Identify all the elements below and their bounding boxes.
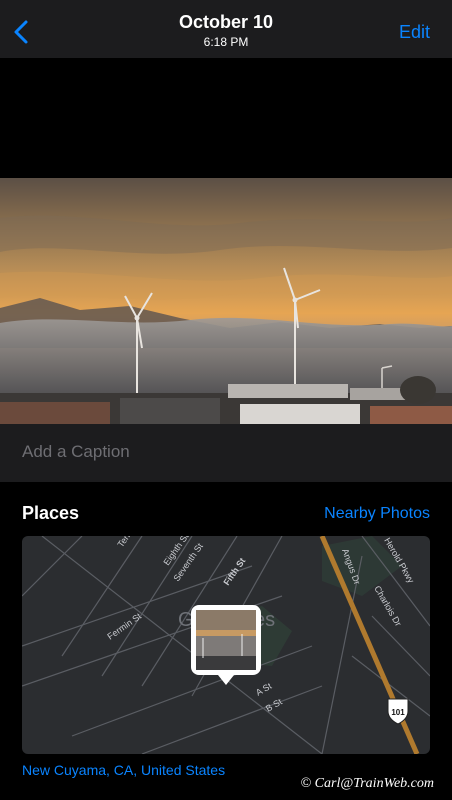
caption-placeholder: Add a Caption <box>22 442 130 461</box>
page-subtitle-time: 6:18 PM <box>203 35 249 49</box>
location-link[interactable]: New Cuyama, CA, United States <box>22 762 225 778</box>
highway-shield-number: 101 <box>391 708 405 717</box>
map-image: Ten Eighth St Seventh St Fifth St Fermin… <box>22 536 430 754</box>
page-title: October 10 <box>178 12 274 32</box>
photo-pin[interactable] <box>191 605 261 685</box>
edit-button[interactable]: Edit <box>399 22 430 43</box>
photo-image <box>0 178 452 424</box>
photo-wind-turbines-sunset[interactable] <box>0 178 452 424</box>
location-map[interactable]: Ten Eighth St Seventh St Fifth St Fermin… <box>22 536 430 754</box>
watermark-credit: © Carl@TrainWeb.com <box>300 776 434 791</box>
navigation-bar: October 10 6:18 PM Edit <box>0 0 452 58</box>
places-heading: Places <box>22 503 80 523</box>
caption-field[interactable]: Add a Caption <box>0 424 452 482</box>
nearby-photos-link[interactable]: Nearby Photos <box>324 505 430 523</box>
